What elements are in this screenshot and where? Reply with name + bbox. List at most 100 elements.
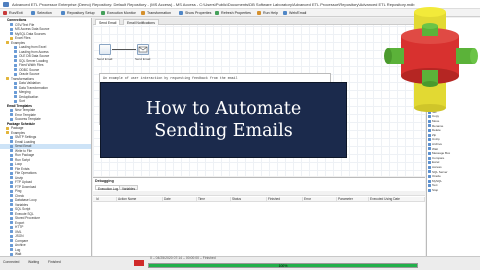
column-header-time[interactable]: Time <box>197 197 231 202</box>
tab-execution-log[interactable]: Execution Log <box>95 185 122 191</box>
task-icon <box>10 167 13 171</box>
web-email-button[interactable]: Web/Email <box>282 10 307 16</box>
tree-item-label: Package <box>11 126 24 130</box>
column-header-action-name[interactable]: Action Name <box>117 197 163 202</box>
column-header-finished[interactable]: Finished <box>267 197 303 202</box>
column-header-id[interactable]: Id <box>95 197 117 202</box>
object-icon <box>428 170 431 174</box>
object-label: MySQL <box>432 178 443 183</box>
tree-item-label: HTTP <box>15 225 24 229</box>
send-email-node-label: Send Email <box>135 57 151 61</box>
tree-item-label: FTP Upload <box>15 180 32 184</box>
column-header-error[interactable]: Error <box>303 197 337 202</box>
column-header-date[interactable]: Date <box>163 197 197 202</box>
tree-item-label: File Exists <box>15 166 30 171</box>
folder-icon <box>6 77 9 81</box>
tree-item-label: Ping <box>15 189 22 193</box>
tree-item-label: Loading from Access <box>19 49 49 54</box>
refresh-properties-button[interactable]: Refresh Properties <box>214 10 252 16</box>
tree-item-label: Data Validation <box>19 81 41 85</box>
run-help-button[interactable]: Run Help <box>256 10 279 16</box>
folder-icon <box>6 41 9 45</box>
task-icon <box>10 135 13 139</box>
tree-item-label: SMTP Settings <box>15 135 37 139</box>
transformation-button[interactable]: Transformation <box>140 10 172 16</box>
status-indicator <box>134 260 144 266</box>
task-icon <box>10 144 13 148</box>
repository-tree[interactable]: Connections CSV/Text File MS Access Data S… <box>0 18 92 256</box>
column-header-status[interactable]: Status <box>231 197 267 202</box>
column-header-parameter[interactable]: Parameter <box>337 197 369 202</box>
tree-item-label: Merging <box>19 90 31 94</box>
repository-icon <box>61 11 65 15</box>
object-icon <box>428 184 431 188</box>
status-state: Waiting <box>28 260 40 264</box>
tree-item-label: Oracle Source <box>19 72 40 76</box>
object-label: Rename <box>432 123 444 128</box>
tree-item-label: Compare <box>15 238 29 243</box>
tree-item-label: FTP Download <box>15 184 37 189</box>
column-header-executed-using-date[interactable]: Executed Using Date <box>369 197 425 202</box>
video-title-overlay: How to Automate Sending Emails <box>100 82 347 158</box>
status-finished: Finished <box>48 260 61 264</box>
task-icon <box>10 194 13 198</box>
tree-item-label: MS Access Data Source <box>15 27 50 31</box>
object-label: Delete <box>432 128 441 133</box>
object-icon <box>428 179 431 183</box>
transformation-icon <box>141 11 145 15</box>
show-properties-button[interactable]: Show Properties <box>178 10 212 16</box>
object-label: Unzip <box>432 137 440 142</box>
task-icon <box>10 162 13 166</box>
start-node[interactable] <box>99 44 111 55</box>
debugging-title: Debugging <box>95 179 114 183</box>
status-connection: Connected <box>3 260 20 264</box>
monitor-icon <box>101 11 105 15</box>
object-label: Stop <box>432 187 439 192</box>
object-label: Compare <box>432 155 445 160</box>
task-icon <box>14 45 17 49</box>
object-label: Excel <box>432 160 440 165</box>
object-icon <box>428 152 431 156</box>
task-icon <box>14 81 17 85</box>
object-icon <box>428 161 431 165</box>
task-icon <box>10 189 13 193</box>
node-connector <box>112 49 136 50</box>
send-email-node[interactable] <box>137 44 149 55</box>
tab-variables[interactable]: Variables <box>119 185 139 191</box>
overlay-title-line-2: Sending Emails <box>154 121 293 141</box>
object-list-item[interactable]: Stop <box>427 188 480 193</box>
task-icon <box>10 239 13 243</box>
tree-item-label: Export <box>15 220 25 225</box>
execution-monitor-button[interactable]: Execution Monitor <box>100 10 137 16</box>
object-icon <box>428 142 431 146</box>
tree-item-label: SQL Script <box>15 207 31 211</box>
task-icon <box>10 243 13 247</box>
tree-item-label: ODBC Source <box>19 67 40 72</box>
object-label: SQL Server <box>432 169 448 174</box>
selection-button[interactable]: Selection <box>30 10 53 16</box>
folder-icon <box>6 126 9 130</box>
tree-item-label: Email Loading <box>15 139 36 144</box>
repository-setup-button[interactable]: Repository Setup <box>60 10 96 16</box>
object-icon <box>428 119 431 123</box>
debug-toolbar <box>93 191 425 196</box>
envelope-icon <box>138 46 148 53</box>
task-icon <box>10 27 13 31</box>
task-icon <box>10 225 13 229</box>
folder-icon <box>10 36 13 40</box>
tree-item-label: Examples <box>11 40 25 45</box>
task-icon <box>10 113 13 117</box>
tab-email-notifications[interactable]: Email Notifications <box>123 19 159 25</box>
tree-item-label: Data Transformation <box>19 85 48 90</box>
task-icon <box>10 212 13 216</box>
tab-send-email[interactable]: Send Email <box>95 19 121 25</box>
status-bar: Connected Waiting Finished 0 – 04/25/202… <box>0 256 480 270</box>
start-node-label: Send Email <box>97 57 113 61</box>
task-icon <box>10 234 13 238</box>
task-icon <box>14 54 17 58</box>
group-icon <box>2 19 5 22</box>
tree-item-label: Write to File <box>15 148 32 153</box>
run-exit-button[interactable]: Run/Exit <box>2 10 24 16</box>
tree-item-label: CSV/Text File <box>15 22 35 27</box>
task-icon <box>10 216 13 220</box>
